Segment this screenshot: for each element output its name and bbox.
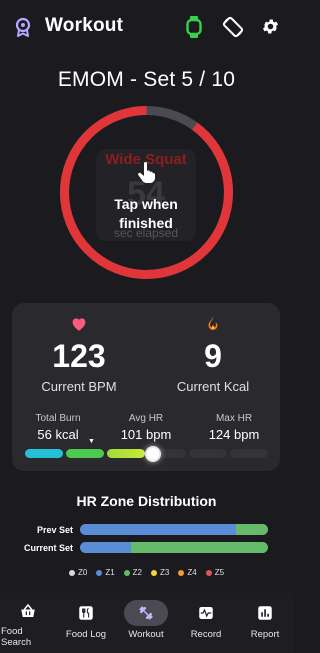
nav-label: Report — [250, 629, 280, 640]
tap-hand-icon — [138, 162, 155, 183]
legend-label: Z0 — [77, 568, 88, 577]
nav-food-search[interactable]: Food Search — [0, 593, 50, 653]
tap-prompt: Tap when finished — [96, 195, 196, 233]
nav-pill — [184, 600, 228, 626]
legend-label: Z4 — [187, 568, 197, 577]
nav-pill — [243, 600, 287, 626]
dist-row-bar — [80, 524, 268, 535]
total-burn-title: Total Burn — [35, 413, 81, 424]
smartwatch-icon[interactable] — [186, 16, 202, 38]
legend-label: Z1 — [105, 568, 115, 577]
legend-label: Z5 — [214, 568, 225, 577]
hr-zone-distribution-title: HR Zone Distribution — [76, 493, 217, 509]
nav-label: Record — [190, 629, 222, 640]
nav-record[interactable]: Record — [178, 593, 234, 653]
dist-row-current-set: Current Set — [0, 542, 293, 554]
legend-item-z4: Z4 — [178, 568, 197, 577]
max-hr-value: 124 bpm — [208, 427, 260, 442]
set-title: EMOM - Set 5 / 10 — [57, 68, 236, 91]
dumbbell-icon — [139, 606, 153, 620]
tap-when-finished-button[interactable]: Wide Squat 54 sec elapsed Tap when finis… — [96, 149, 196, 241]
zone-segment-2 — [66, 449, 104, 458]
zone-segment-3 — [107, 449, 145, 458]
dist-row-label: Current Set — [23, 543, 73, 553]
nav-workout[interactable]: Workout — [118, 593, 174, 653]
nav-pill-active — [124, 600, 168, 626]
dist-z1-segment — [80, 524, 237, 535]
dist-row-label: Prev Set — [36, 525, 73, 535]
avg-hr-stat: Avg HR 101 bpm — [106, 413, 186, 442]
nav-report[interactable]: Report — [237, 593, 293, 653]
current-bpm-value: 123 — [52, 338, 106, 374]
live-stats-panel: 123 Current BPM 9 Current Kcal Total Bur… — [12, 303, 280, 471]
legend-item-z5: Z5 — [205, 568, 225, 577]
zone-segment-6 — [230, 449, 268, 458]
total-burn-value: 56 kcal — [37, 427, 79, 442]
settings-gear-icon[interactable] — [261, 17, 280, 36]
tap-prompt-line1: Tap when — [114, 196, 178, 212]
cutlery-icon — [79, 606, 93, 620]
app-logo-icon — [15, 17, 31, 37]
screen-rotate-icon[interactable] — [222, 16, 244, 38]
dist-z2-segment — [236, 524, 268, 535]
dist-row-bar — [80, 542, 268, 553]
avg-hr-title: Avg HR — [128, 413, 164, 424]
top-app-bar: Workout — [0, 0, 293, 54]
legend-label: Z3 — [160, 568, 170, 577]
nav-label: Food Search — [1, 626, 32, 648]
legend-item-z0: Z0 — [68, 568, 88, 577]
dist-z2-segment — [130, 542, 268, 553]
current-kcal-label: Current Kcal — [176, 379, 250, 394]
legend-item-z1: Z1 — [96, 568, 115, 577]
app-title: Workout — [45, 15, 124, 36]
legend-label: Z2 — [132, 568, 142, 577]
current-kcal-value: 9 — [204, 338, 222, 374]
nav-food-log[interactable]: Food Log — [58, 593, 114, 653]
food-basket-icon — [21, 603, 35, 617]
current-kcal-stat: 9 Current Kcal — [146, 315, 280, 394]
nav-label: Workout — [128, 629, 164, 640]
zone-segment-1 — [25, 449, 63, 458]
tap-prompt-line2: finished — [119, 215, 173, 231]
heart-icon — [72, 318, 86, 331]
nav-label: Food Log — [65, 629, 107, 640]
hr-zone-bar — [25, 446, 268, 462]
current-hr-knob — [145, 446, 161, 462]
nav-pill — [64, 600, 108, 626]
dist-z1-segment — [80, 542, 131, 553]
heart-rate-chart-icon — [199, 607, 213, 619]
legend-item-z3: Z3 — [151, 568, 169, 577]
bottom-navigation: Food Search Food Log Workout Record Repo… — [0, 593, 293, 653]
max-hr-stat: Max HR 124 bpm — [194, 413, 274, 442]
current-bpm-label: Current BPM — [41, 379, 117, 394]
total-burn-marker-icon: ▼ — [88, 438, 95, 445]
max-hr-title: Max HR — [215, 413, 253, 424]
current-bpm-stat: 123 Current BPM — [12, 315, 146, 394]
nav-pill — [6, 598, 50, 624]
zone-segment-5 — [189, 449, 227, 458]
avg-hr-value: 101 bpm — [120, 427, 172, 442]
bar-chart-icon — [258, 606, 272, 620]
legend-item-z2: Z2 — [123, 568, 142, 577]
dist-row-prev-set: Prev Set — [0, 524, 293, 536]
zone-legend: Z0 Z1 Z2 Z3 Z4 Z5 — [0, 568, 293, 577]
fire-icon — [208, 316, 218, 330]
total-burn-stat: Total Burn 56 kcal — [18, 413, 98, 442]
